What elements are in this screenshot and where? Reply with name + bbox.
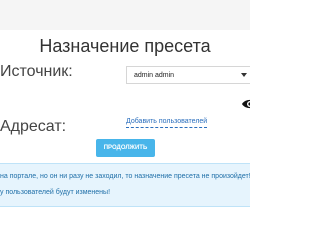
info-alert: на портале, но он ни разу не заходил, то… — [0, 163, 250, 207]
destination-label: Адресат: — [0, 118, 67, 135]
preset-assignment-page: Назначение пресета Источник: admin admin… — [0, 0, 250, 250]
page-title: Назначение пресета — [39, 36, 211, 56]
alert-text-line-1: на портале, но он ни разу не заходил, то… — [0, 173, 250, 180]
chevron-down-icon — [241, 73, 247, 77]
add-users-link[interactable]: Добавить пользователей — [126, 117, 208, 128]
eye-icon[interactable] — [242, 98, 250, 110]
source-select[interactable]: admin admin — [126, 66, 250, 84]
source-label: Источник: — [0, 63, 73, 80]
alert-text-line-2: у пользователей будут изменены! — [0, 189, 111, 196]
continue-button[interactable]: ПРОДОЛЖИТЬ — [96, 139, 155, 157]
top-strip — [0, 0, 250, 30]
source-select-value: admin admin — [134, 72, 175, 79]
